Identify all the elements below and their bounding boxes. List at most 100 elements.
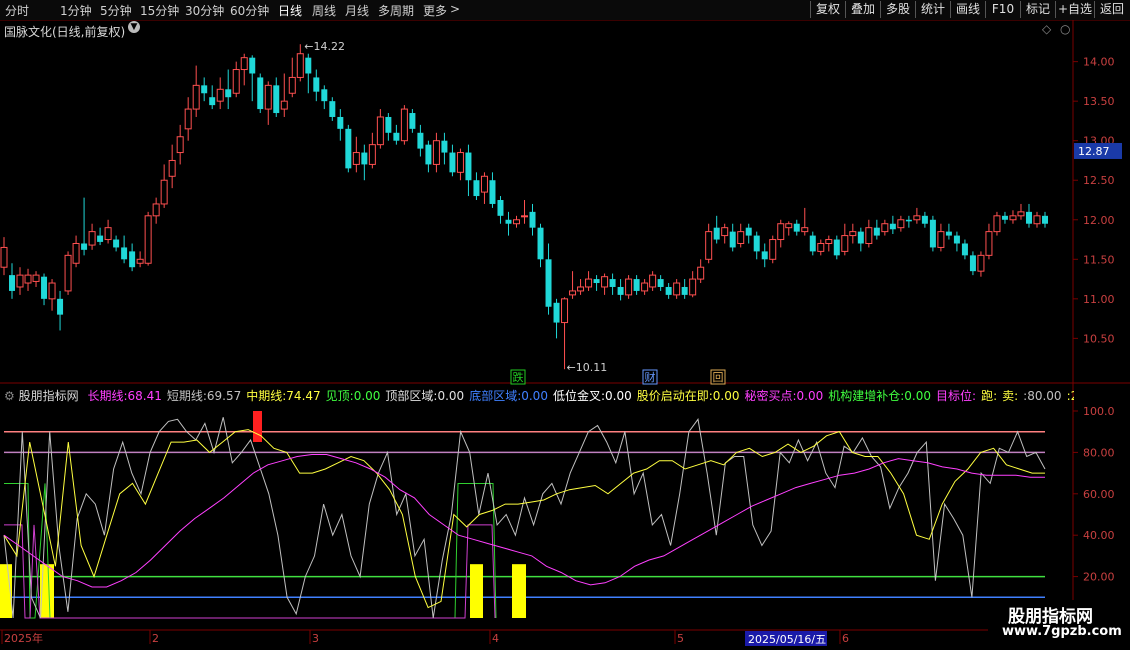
price-tick-label: 10.50: [1083, 332, 1115, 345]
xaxis-label: 3: [312, 632, 319, 645]
candle-body: [881, 223, 889, 233]
indicator-item: 秘密买点:0.00: [744, 389, 824, 403]
candle-body: [168, 159, 176, 177]
indicator-item: 长期线:68.41: [87, 389, 162, 403]
candle-body: [681, 286, 688, 295]
candle-body: [417, 132, 424, 149]
candle-body: [969, 255, 976, 272]
candle-body: [184, 108, 192, 130]
indicator-item: 底部区域:0.00: [469, 389, 548, 403]
candle-body: [921, 215, 928, 224]
candle-body: [249, 57, 256, 74]
candle-body: [393, 132, 400, 141]
candle-body: [81, 243, 88, 250]
candle-body: [280, 100, 288, 110]
candle-body: [801, 227, 809, 233]
candle-body: [665, 286, 672, 295]
candle-body: [296, 53, 304, 78]
high-price-label: ←14.22: [304, 40, 345, 53]
candle-body: [689, 278, 697, 296]
candle-body: [809, 235, 816, 252]
candle-body: [136, 258, 144, 264]
candle-body: [817, 242, 825, 252]
indicator-header: ⚙ 股朋指标网 长期线:68.41 短期线:69.57 中期线:74.47 见顶:0.…: [4, 387, 1074, 404]
candle-body: [841, 235, 849, 252]
candle-body: [753, 235, 760, 252]
candle-body: [593, 279, 600, 284]
candle-body: [48, 282, 56, 300]
candle-body: [129, 251, 136, 268]
candle-body: [889, 223, 896, 230]
candle-body: [641, 282, 649, 292]
candle-body: [465, 152, 472, 181]
candle-body: [432, 140, 440, 165]
candle-body: [553, 302, 560, 323]
indicator-tick-label: 80.00: [1083, 446, 1115, 459]
candle-body: [225, 89, 232, 98]
indicator-tick-label: 60.00: [1083, 488, 1115, 501]
indicator-item: 短期线:69.57: [166, 389, 242, 403]
indicator-item: :80.00: [1023, 389, 1062, 403]
candle-body: [57, 298, 64, 315]
candle-body: [337, 116, 344, 129]
candle-body: [961, 243, 968, 256]
candle-body: [745, 227, 752, 236]
candle-body: [376, 116, 384, 146]
candle-body: [97, 235, 104, 242]
candle-body: [329, 101, 336, 117]
price-tick-label: 14.00: [1083, 56, 1115, 69]
candle-body: [121, 247, 128, 260]
candle-body: [897, 219, 905, 229]
indicator-item: 中期线:74.47: [246, 389, 321, 403]
candle-body: [905, 219, 912, 222]
watermark-logo: 股朋指标网 www.7gpzb.com: [988, 600, 1130, 644]
indicator-item: 见顶:0.00: [325, 389, 381, 403]
candle-body: [761, 251, 768, 260]
candle-body: [601, 276, 609, 288]
candle-body: [16, 274, 24, 288]
indicator-item: 顶部区域:0.00: [385, 389, 465, 403]
candle-body: [441, 140, 448, 153]
candle-body: [489, 180, 496, 204]
candle-body: [785, 223, 793, 229]
candle-body: [24, 274, 32, 284]
xaxis-label: 2: [152, 632, 159, 645]
indicator-name: 股朋指标网: [18, 389, 79, 403]
gear-icon[interactable]: ⚙: [4, 389, 15, 403]
indicator-item: 股价启动在即:0.00: [636, 389, 740, 403]
candle-body: [1033, 215, 1041, 225]
indicator-item: 目标位:: [936, 389, 977, 403]
candle-body: [449, 152, 456, 173]
candle-body: [345, 128, 352, 169]
indicator-tick-label: 100.0: [1083, 405, 1115, 418]
event-marker: 回: [713, 371, 724, 384]
candle-body: [657, 279, 664, 287]
indicator-tick-label: 40.00: [1083, 529, 1115, 542]
candle-body: [1001, 215, 1008, 220]
candle-body: [737, 231, 745, 244]
candle-body: [713, 227, 720, 240]
kline-chart[interactable]: 14.0013.5013.0012.5012.0011.5011.0010.50…: [0, 0, 1130, 650]
candle-body: [192, 84, 200, 110]
candle-body: [41, 276, 48, 299]
signal-bar: [512, 564, 526, 618]
candle-body: [825, 239, 833, 244]
candle-body: [64, 254, 72, 292]
xaxis-label: 4: [492, 632, 499, 645]
candle-body: [569, 290, 577, 296]
candle-body: [913, 215, 921, 221]
xaxis-label: 6: [842, 632, 849, 645]
candle-body: [833, 239, 840, 256]
candle-body: [409, 113, 416, 129]
candle-body: [697, 266, 705, 280]
indicator-item: 机构建增补仓:0.00: [828, 389, 932, 403]
candle-body: [857, 231, 864, 244]
candle-body: [625, 278, 633, 296]
candle-body: [529, 211, 536, 228]
candle-body: [288, 76, 296, 94]
price-tick-label: 12.00: [1083, 214, 1115, 227]
candle-body: [1017, 211, 1025, 217]
indicator-item: 卖:: [1002, 389, 1019, 403]
current-price-label: 12.87: [1078, 145, 1110, 158]
candle-body: [537, 227, 544, 260]
